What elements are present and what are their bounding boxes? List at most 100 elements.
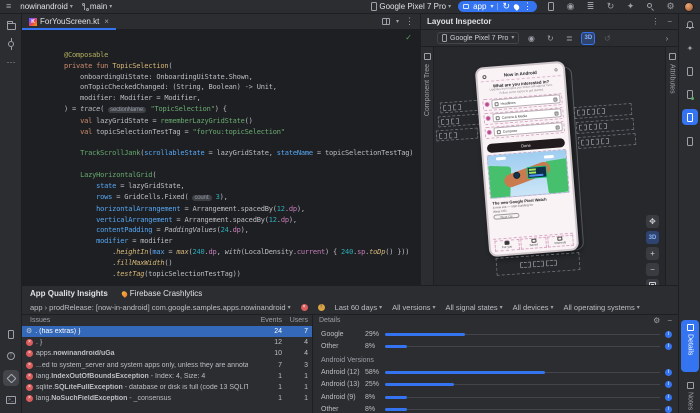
bell-icon xyxy=(686,21,694,29)
notifications-button[interactable] xyxy=(682,17,698,33)
more-tool-windows-button[interactable]: ⋯ xyxy=(3,54,19,70)
aqi-header: App Quality Insights Firebase Crashlytic… xyxy=(22,286,678,301)
events-column-header: Events xyxy=(260,317,282,324)
rerun-button[interactable]: ↻ xyxy=(502,2,510,11)
details-vertical-tab[interactable]: Details xyxy=(681,320,699,372)
layers-button[interactable]: ≣ xyxy=(562,32,576,45)
tab-firebase-crashlytics[interactable]: Firebase Crashlytics xyxy=(120,289,202,298)
split-editor-icon[interactable] xyxy=(381,18,390,25)
crash-icon: × xyxy=(26,384,33,392)
logcat-button[interactable]: ≣ xyxy=(584,0,597,13)
phone-render[interactable]: Now in Android ⚙ What are you interested… xyxy=(474,60,580,258)
inspector-device-name: Google Pixel 7 Pro xyxy=(450,34,509,42)
run-widget[interactable]: app ▾ ↻ ⋮ xyxy=(458,1,537,12)
info-icon[interactable]: i xyxy=(665,381,672,389)
details-settings-icon[interactable]: ⚙ xyxy=(653,316,660,325)
non-fatal-filter-toggle[interactable]: ! xyxy=(317,304,325,311)
user-avatar[interactable] xyxy=(684,1,694,12)
topic-add-icon: + xyxy=(554,110,559,116)
signal-states-filter[interactable]: All signal states ▾ xyxy=(446,303,503,312)
issue-row[interactable]: × apps.nowinandroid/uGa 10 4 xyxy=(22,348,312,359)
problems-tool-button[interactable]: ! xyxy=(3,348,19,364)
chevron-down-icon[interactable]: ▾ xyxy=(396,19,399,25)
attributes-tab[interactable]: Attributes xyxy=(665,47,678,285)
os-filter[interactable]: All operating systems ▾ xyxy=(564,303,640,312)
close-icon[interactable]: × xyxy=(104,17,109,26)
notes-vertical-tab[interactable]: Notes xyxy=(681,378,699,413)
layout-inspector-tool-button[interactable] xyxy=(682,109,698,125)
rotation-mode-button[interactable]: 3D xyxy=(646,231,659,244)
issues-column-header: Issues xyxy=(30,317,51,324)
sync-project-button[interactable]: ↻ xyxy=(604,0,617,13)
running-devices-tool-button[interactable] xyxy=(3,326,19,342)
issue-row[interactable]: × lang.NoSuchFieldException - _consensus 1… xyxy=(22,393,312,404)
issue-row[interactable]: ⚙. (has extras) } 24 7 xyxy=(22,326,312,338)
issue-events-count: 1 xyxy=(278,384,282,392)
crashlytics-flame-icon xyxy=(120,289,129,298)
zoom-out-button[interactable]: − xyxy=(646,263,659,276)
inspector-canvas[interactable]: Now in Android ⚙ What are you interested… xyxy=(434,47,665,285)
info-icon[interactable]: i xyxy=(665,393,672,401)
more-options-icon[interactable]: ⋮ xyxy=(651,17,659,26)
fatal-filter-toggle[interactable]: × xyxy=(300,304,308,311)
expand-toolbar-icon[interactable]: › xyxy=(660,32,674,45)
detail-label: Android (13) xyxy=(321,381,360,389)
profiler-button[interactable]: ◉ xyxy=(564,0,577,13)
terminal-tool-button[interactable]: >_ xyxy=(3,392,19,408)
code-line: .heightIn(max = max(240.dp, with(LocalDe… xyxy=(64,248,410,257)
hamburger-menu-icon[interactable]: ≡ xyxy=(6,2,11,11)
app-module-selector[interactable]: app › prodRelease: [now-in-android] com.… xyxy=(30,303,291,312)
more-options-icon[interactable]: ⋮ xyxy=(405,17,414,26)
tab-foryouscreen[interactable]: K ForYouScreen.kt × xyxy=(22,14,116,30)
devices-filter[interactable]: All devices ▾ xyxy=(513,303,554,312)
inspector-device-selector[interactable]: Google Pixel 7 Pro ▾ xyxy=(437,32,520,44)
running-devices-tool-button[interactable] xyxy=(682,86,698,102)
info-icon[interactable]: i xyxy=(665,368,672,376)
info-icon[interactable]: i xyxy=(665,343,672,351)
toggle-3d-mode-button[interactable]: 3D xyxy=(581,31,596,45)
branch-icon xyxy=(81,2,89,11)
settings-button[interactable]: ⚙ xyxy=(664,0,677,13)
device-explorer-tool-button[interactable] xyxy=(682,133,698,149)
sdk-upgrade-button[interactable]: ✦ xyxy=(624,0,637,13)
component-tree-tab[interactable]: Component Tree xyxy=(421,47,434,285)
device-manager-button[interactable] xyxy=(544,0,557,13)
project-selector[interactable]: nowinandroid ▾ xyxy=(20,2,73,11)
nav-label: Saved xyxy=(529,242,539,248)
aqi-filter-bar: app › prodRelease: [now-in-android] com.… xyxy=(22,301,678,315)
zoom-in-button[interactable]: + xyxy=(646,247,659,260)
commit-tool-button[interactable] xyxy=(3,36,19,52)
debug-icon[interactable] xyxy=(512,2,521,11)
issue-row[interactable]: × lang.IndexOutOfBoundsException - Index:… xyxy=(22,371,312,382)
component-tree-icon xyxy=(423,53,431,60)
time-range-filter[interactable]: Last 60 days ▾ xyxy=(335,303,383,312)
project-tool-button[interactable] xyxy=(3,18,19,34)
versions-filter[interactable]: All versions ▾ xyxy=(392,303,435,312)
reset-view-button[interactable]: ↺ xyxy=(600,32,614,45)
issue-row[interactable]: × sqlite.SQLiteFullException - database o… xyxy=(22,382,312,393)
info-icon[interactable]: i xyxy=(665,330,672,338)
code-editor[interactable]: @Composable private fun TopicSelection( o… xyxy=(22,30,420,285)
snapshot-button[interactable]: ↻ xyxy=(543,32,557,45)
app-quality-insights-tool-button[interactable] xyxy=(3,370,19,386)
details-collapse-icon[interactable]: − xyxy=(667,316,672,325)
analysis-ok-icon[interactable]: ✓ xyxy=(405,33,412,42)
issue-row[interactable]: ×. } 12 4 xyxy=(22,337,312,348)
view-options-button[interactable]: ◉ xyxy=(524,32,538,45)
hide-panel-icon[interactable]: − xyxy=(667,17,672,26)
ai-assistant-button[interactable]: ✦ xyxy=(682,40,698,56)
run-configuration[interactable]: app xyxy=(473,2,486,11)
device-selector[interactable]: Google Pixel 7 Pro ▾ xyxy=(371,2,451,11)
issue-row[interactable]: × ...ed to system_server and system apps … xyxy=(22,360,312,371)
detail-distribution-row: Android (12) 58% i xyxy=(321,366,672,379)
pan-button[interactable]: ✥ xyxy=(646,215,659,228)
device-manager-tool-button[interactable] xyxy=(682,63,698,79)
issue-title: lang.IndexOutOfBoundsException - Index: … xyxy=(36,372,206,380)
info-icon[interactable]: i xyxy=(665,406,672,413)
more-run-actions[interactable]: ⋮ xyxy=(523,2,532,11)
issue-events-count: 1 xyxy=(278,395,282,403)
vcs-branch-selector[interactable]: main ▾ xyxy=(81,2,112,11)
search-everywhere-button[interactable] xyxy=(644,0,657,13)
issue-users-count: 1 xyxy=(304,395,308,403)
